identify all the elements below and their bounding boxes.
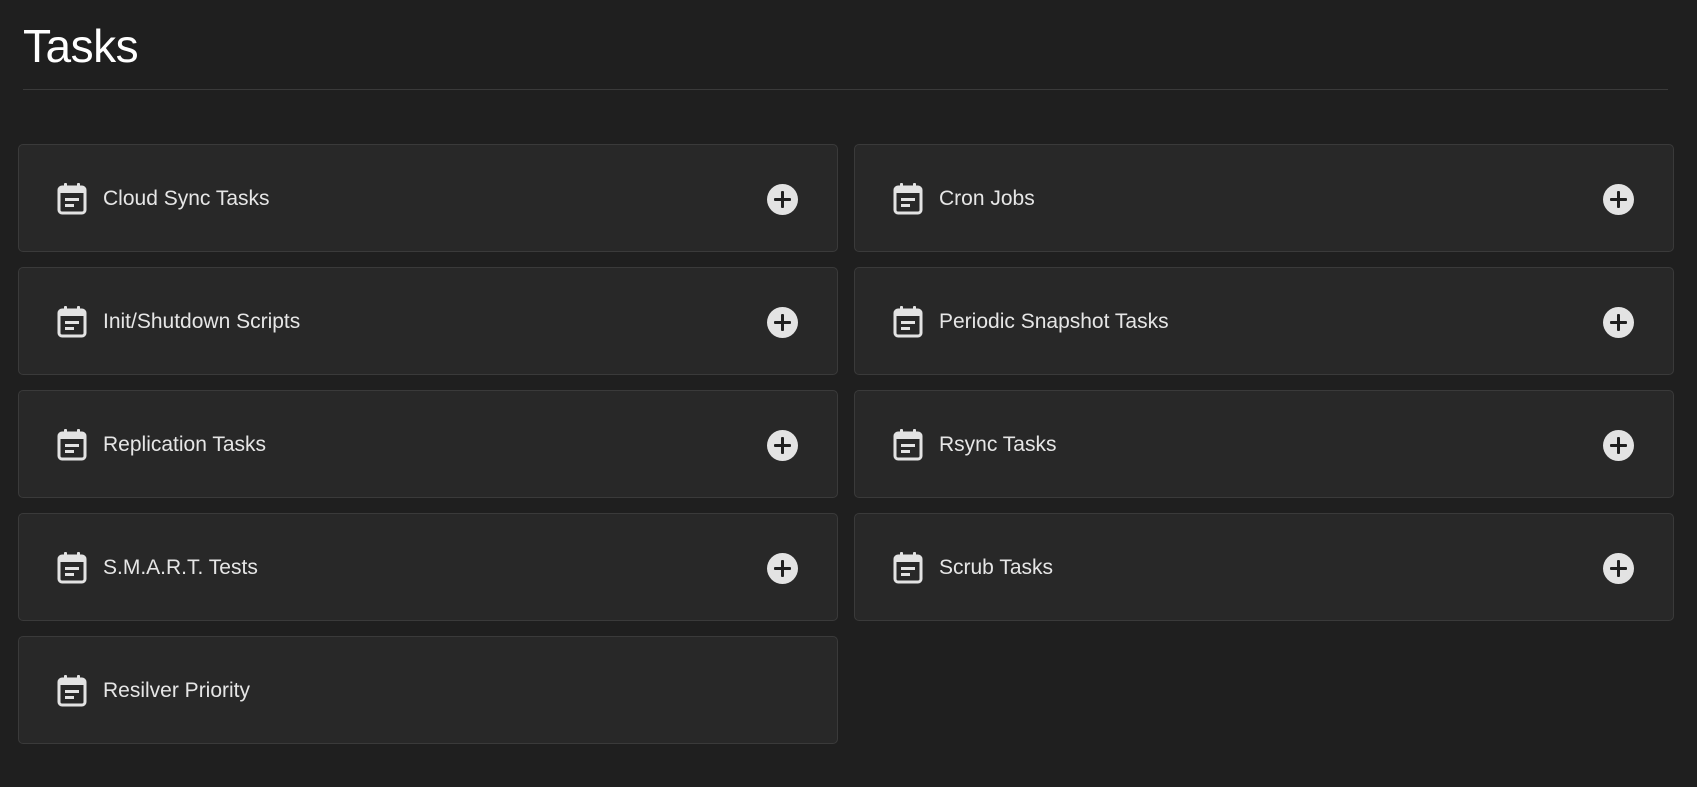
page-header: Tasks: [23, 0, 1668, 90]
add-button[interactable]: [1603, 184, 1634, 215]
task-card-periodic-snapshot[interactable]: Periodic Snapshot Tasks: [854, 267, 1674, 375]
add-button[interactable]: [767, 430, 798, 461]
calendar-note-icon: [57, 429, 87, 461]
task-card-label: Replication Tasks: [103, 433, 267, 456]
task-card-label: Resilver Priority: [103, 679, 251, 702]
task-card-label: S.M.A.R.T. Tests: [103, 556, 258, 579]
calendar-note-icon: [57, 306, 87, 338]
task-card-label: Scrub Tasks: [939, 556, 1053, 579]
task-card-cloud-sync[interactable]: Cloud Sync Tasks: [18, 144, 838, 252]
task-card-label: Periodic Snapshot Tasks: [939, 310, 1169, 333]
add-button[interactable]: [767, 307, 798, 338]
task-card-label: Init/Shutdown Scripts: [103, 310, 301, 333]
task-card-label: Rsync Tasks: [939, 433, 1057, 456]
add-button[interactable]: [767, 184, 798, 215]
task-card-smart-tests[interactable]: S.M.A.R.T. Tests: [18, 513, 838, 621]
calendar-note-icon: [57, 183, 87, 215]
calendar-note-icon: [893, 429, 923, 461]
calendar-note-icon: [893, 306, 923, 338]
add-button[interactable]: [767, 553, 798, 584]
calendar-note-icon: [893, 183, 923, 215]
page-title: Tasks: [23, 20, 139, 72]
task-card-grid: Cloud Sync Tasks Cron Jobs Init/Shutdown…: [18, 144, 1674, 744]
add-button[interactable]: [1603, 430, 1634, 461]
task-card-rsync[interactable]: Rsync Tasks: [854, 390, 1674, 498]
task-card-resilver-priority[interactable]: Resilver Priority: [18, 636, 838, 744]
calendar-note-icon: [57, 552, 87, 584]
task-card-init-shutdown-scripts[interactable]: Init/Shutdown Scripts: [18, 267, 838, 375]
add-button[interactable]: [1603, 307, 1634, 338]
task-card-cron-jobs[interactable]: Cron Jobs: [854, 144, 1674, 252]
task-card-replication[interactable]: Replication Tasks: [18, 390, 838, 498]
task-card-label: Cron Jobs: [939, 187, 1035, 210]
calendar-note-icon: [57, 675, 87, 707]
task-card-scrub[interactable]: Scrub Tasks: [854, 513, 1674, 621]
add-button[interactable]: [1603, 553, 1634, 584]
task-card-label: Cloud Sync Tasks: [103, 187, 270, 210]
calendar-note-icon: [893, 552, 923, 584]
